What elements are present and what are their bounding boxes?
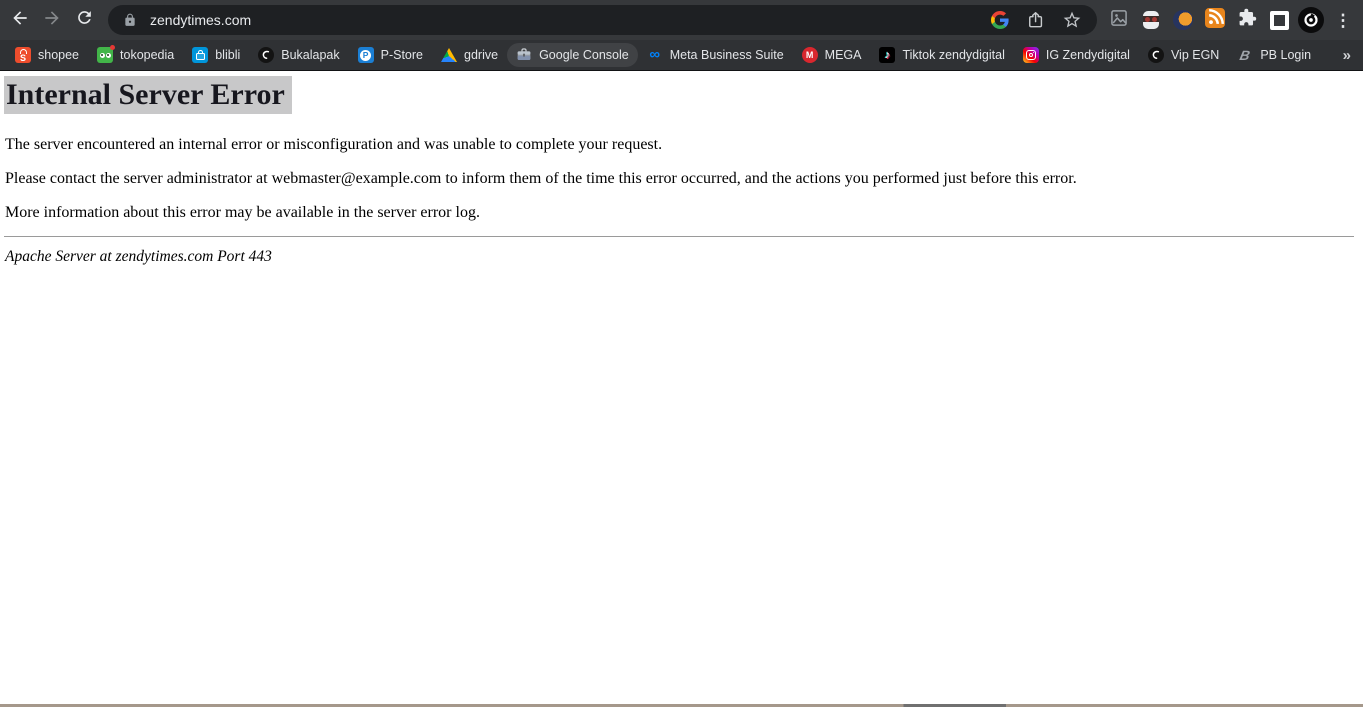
sphere-extension-button[interactable] [1167,4,1199,36]
bookmark-shopee[interactable]: S shopee [6,43,88,67]
page-title: Internal Server Error [4,76,292,114]
bukalapak-icon [258,47,275,63]
bookmark-meta-business-suite[interactable]: ∞ Meta Business Suite [638,43,793,67]
address-bar[interactable]: zendytimes.com [108,5,1097,35]
error-paragraph: Please contact the server administrator … [5,170,1077,187]
forward-button[interactable] [36,4,68,36]
bookmark-gdrive[interactable]: gdrive [432,43,507,67]
tiktok-icon: ♪ [879,47,896,63]
instagram-icon [1022,47,1039,63]
bookmarks-bar: S shopee tokopedia blibli Bukalapak P P-… [0,40,1363,71]
google-drive-icon [441,47,458,63]
bookmark-tiktok[interactable]: ♪ Tiktok zendydigital [870,43,1013,67]
bookmark-label: Meta Business Suite [669,48,784,62]
page-content: Internal Server Error The server encount… [0,76,1363,707]
error-paragraph: More information about this error may be… [5,204,480,221]
menu-dots-icon: ⋮ [1334,10,1352,30]
sphere-extension-icon [1173,10,1193,30]
bookmark-label: Tiktok zendydigital [902,48,1005,62]
bookmark-label: PB Login [1260,48,1312,62]
ninja-extension-button[interactable] [1135,4,1167,36]
toolbox-icon [516,47,532,63]
ninja-extension-icon [1141,10,1161,30]
extensions-puzzle-icon [1238,8,1257,32]
forward-arrow-icon [42,8,62,33]
horizontal-rule [4,236,1354,237]
profile-avatar [1298,7,1324,33]
bookmark-label: blibli [215,48,241,62]
side-panel-button[interactable] [1263,4,1295,36]
bookmark-label: gdrive [464,48,499,62]
image-extension-icon [1109,8,1129,33]
bookmark-tokopedia[interactable]: tokopedia [88,43,183,67]
bookmark-label: Google Console [539,48,629,62]
bookmark-label: Bukalapak [281,48,340,62]
bookmark-bukalapak[interactable]: Bukalapak [249,43,348,67]
side-panel-icon [1269,10,1289,30]
bookmark-p-store[interactable]: P P-Store [349,43,432,67]
share-icon[interactable] [1023,7,1049,33]
bookmark-label: IG Zendydigital [1045,48,1130,62]
bookmark-label: Vip EGN [1170,48,1220,62]
bookmark-blibli[interactable]: blibli [183,43,249,67]
back-arrow-icon [10,8,30,33]
bookmark-pb-login[interactable]: B PB Login [1228,43,1320,67]
profile-avatar-button[interactable] [1295,4,1327,36]
bookmark-label: MEGA [824,48,862,62]
bookmark-label: P-Store [380,48,424,62]
google-g-icon[interactable] [987,7,1013,33]
apache-server-signature: Apache Server at zendytimes.com Port 443 [5,248,272,265]
p-store-icon: P [357,47,374,63]
error-paragraph: The server encountered an internal error… [5,136,663,153]
tokopedia-icon [97,45,116,63]
bookmarks-overflow-chevron[interactable]: » [1343,47,1351,64]
shopee-icon: S [15,47,31,63]
url-text[interactable]: zendytimes.com [150,12,977,28]
browser-toolbar: zendytimes.com ⋮ [0,0,1363,40]
rss-extension-icon [1205,7,1225,33]
bookmark-label: tokopedia [120,48,175,62]
bookmark-label: shopee [38,48,80,62]
bookmark-instagram[interactable]: IG Zendydigital [1014,43,1139,67]
lock-icon[interactable] [122,7,138,33]
star-bookmark-icon[interactable] [1059,7,1085,33]
bookmark-mega[interactable]: M MEGA [793,43,871,67]
bookmark-google-console[interactable]: Google Console [507,43,638,67]
rss-extension-button[interactable] [1199,4,1231,36]
image-extension-button[interactable] [1103,4,1135,36]
blibli-icon [192,47,209,63]
pb-login-icon: B [1238,47,1252,63]
mega-icon: M [801,47,818,63]
reload-icon [75,8,94,32]
browser-menu-button[interactable]: ⋮ [1327,4,1359,36]
meta-icon: ∞ [649,46,661,63]
browser-window: zendytimes.com ⋮ S shopee tokopedia blib… [0,0,1363,707]
reload-button[interactable] [68,4,100,36]
back-button[interactable] [4,4,36,36]
bookmark-vip-egn[interactable]: Vip EGN [1139,43,1228,67]
extensions-puzzle-button[interactable] [1231,4,1263,36]
vip-egn-icon [1147,47,1164,63]
